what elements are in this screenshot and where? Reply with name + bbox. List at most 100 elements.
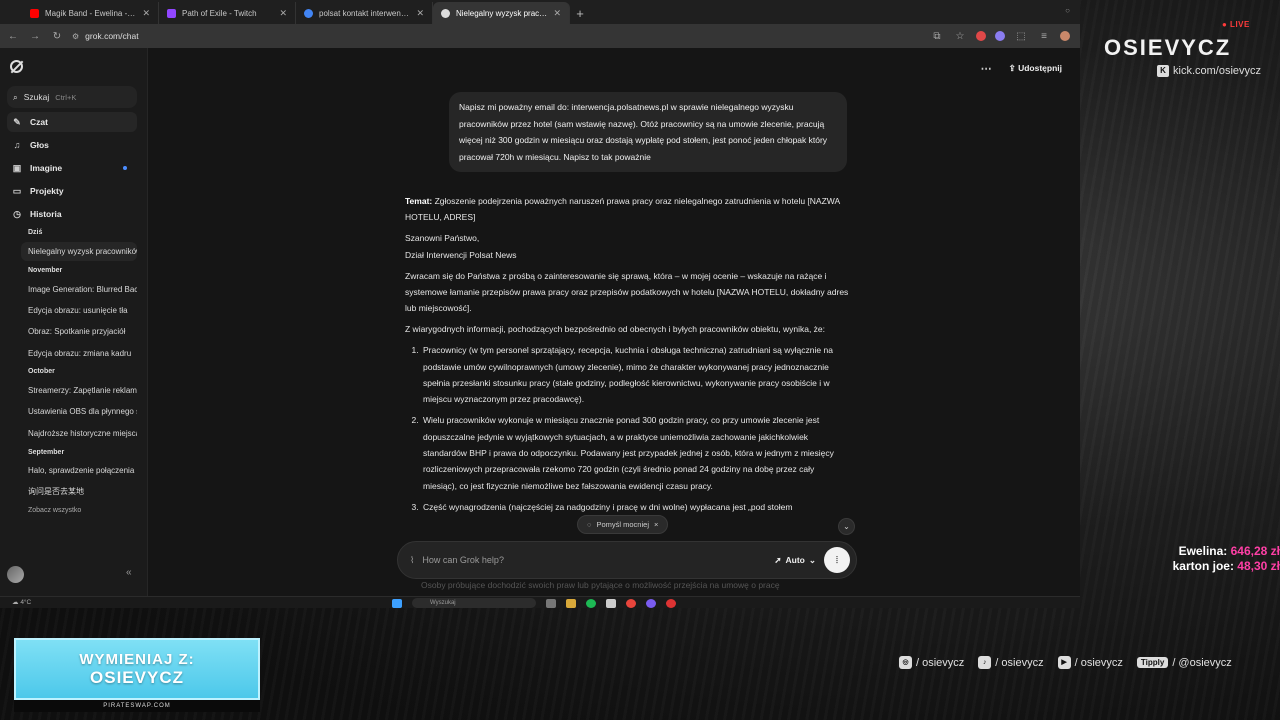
sidebar-item-label: Czat bbox=[30, 117, 48, 127]
task-view-icon[interactable] bbox=[546, 598, 556, 608]
chat-icon: ✎ bbox=[13, 116, 21, 127]
social-tiktok: ♪ / osievycz bbox=[978, 656, 1044, 669]
collapse-sidebar-icon[interactable]: « bbox=[126, 567, 132, 578]
history-group-today: Dziś bbox=[28, 229, 43, 236]
email-subject: Temat: Zgłoszenie podejrzenia poważnych … bbox=[405, 193, 850, 226]
close-icon[interactable]: ✕ bbox=[553, 8, 561, 19]
tab-strip: Magik Band - Ewelina - YouTube ✕ Path of… bbox=[0, 0, 1080, 24]
voice-mode-button[interactable]: ⦙ bbox=[824, 547, 850, 573]
social-links: ◎ / osievycz ♪ / osievycz ▶ / osievycz Tipp… bbox=[899, 656, 1232, 669]
history-item[interactable]: Image Generation: Blurred Background bbox=[21, 280, 137, 299]
tab-youtube[interactable]: Magik Band - Ewelina - YouTube ✕ bbox=[22, 2, 159, 24]
history-item[interactable]: Halo, sprawdzenie połączenia bbox=[21, 461, 137, 480]
cast-icon[interactable]: ⧉ bbox=[930, 31, 944, 42]
sidebar-item-label: Historia bbox=[30, 209, 62, 219]
social-instagram: ◎ / osievycz bbox=[899, 656, 964, 669]
scroll-down-button[interactable]: ⌄ bbox=[838, 518, 855, 535]
greeting-line: Szanowni Państwo, bbox=[405, 233, 480, 244]
social-handle: / osievycz bbox=[916, 656, 965, 669]
sidebar-item-chat[interactable]: ✎ Czat bbox=[7, 112, 137, 132]
history-item[interactable]: Streamerzy: Zapętlanie reklam bbox=[21, 381, 137, 400]
email-intro-paragraph: Zwracam się do Państwa z prośbą o zainte… bbox=[405, 270, 849, 314]
donor-name: karton joe: bbox=[1172, 559, 1234, 573]
history-item[interactable]: 询问是否去某地 bbox=[21, 482, 137, 501]
think-harder-chip[interactable]: ◌ Pomyśl mocniej × bbox=[577, 515, 669, 534]
obs-icon[interactable] bbox=[666, 598, 676, 608]
temperature-text: 4°C bbox=[20, 599, 32, 606]
tab-title: polsat kontakt interwencja - Szukaj bbox=[319, 8, 411, 18]
bookmark-star-icon[interactable]: ☆ bbox=[953, 31, 967, 42]
new-tab-button[interactable]: + bbox=[570, 2, 590, 24]
see-all-history-link[interactable]: Zobacz wszystko bbox=[28, 507, 81, 514]
close-icon[interactable]: ✕ bbox=[279, 8, 287, 19]
store-icon[interactable] bbox=[606, 598, 616, 608]
history-group-november: November bbox=[28, 267, 63, 274]
url-field[interactable]: ⚙ grok.com/chat bbox=[72, 31, 922, 41]
social-handle: / osievycz bbox=[1074, 656, 1123, 669]
minimize-icon[interactable]: ○ bbox=[1065, 6, 1070, 15]
promo-url: PIRATESWAP.COM bbox=[14, 700, 260, 712]
profile-avatar-icon[interactable] bbox=[1060, 31, 1070, 41]
sidebar-item-history[interactable]: ◷ Historia bbox=[7, 204, 137, 224]
sidebar-item-voice[interactable]: ♫ Głos bbox=[7, 135, 137, 155]
chat-toolbar: ⋯ ⇪ Udostępnij bbox=[981, 62, 1062, 75]
email-points-list: Pracownicy (w tym personel sprzątający, … bbox=[405, 342, 850, 515]
weather-widget[interactable]: ☁ 4°C bbox=[12, 598, 31, 606]
tab-title: Nielegalny wyzysk pracowników bbox=[456, 8, 547, 18]
extensions-puzzle-icon[interactable]: ⬚ bbox=[1014, 31, 1028, 42]
windows-taskbar: ☁ 4°C Wyszukaj bbox=[0, 596, 1080, 608]
composer-placeholder[interactable]: How can Grok help? bbox=[422, 555, 766, 565]
forward-icon[interactable]: → bbox=[28, 31, 42, 42]
share-button[interactable]: ⇪ Udostępnij bbox=[1009, 63, 1062, 74]
taskbar-search[interactable]: Wyszukaj bbox=[412, 598, 536, 608]
model-mode-select[interactable]: ➚ Auto ⌄ bbox=[774, 555, 816, 566]
sidebar-item-projects[interactable]: ▭ Projekty bbox=[7, 181, 137, 201]
spotify-icon[interactable] bbox=[586, 598, 596, 608]
tab-twitch[interactable]: Path of Exile - Twitch ✕ bbox=[159, 2, 296, 24]
avatar[interactable] bbox=[7, 566, 24, 583]
chrome-icon[interactable] bbox=[626, 598, 636, 608]
faded-response-line: Osoby próbujące dochodzić swoich praw lu… bbox=[421, 580, 780, 590]
email-greeting: Szanowni Państwo, Dział Interwencji Polsa… bbox=[405, 230, 850, 263]
search-shortcut-hint: Ctrl+K bbox=[55, 92, 77, 102]
back-icon[interactable]: ← bbox=[6, 31, 20, 42]
tab-search-icon[interactable]: ≡ bbox=[1037, 31, 1051, 42]
close-icon[interactable]: ✕ bbox=[416, 8, 424, 19]
donation-list: Ewelina: 646,28 zł karton joe: 48,30 zł bbox=[1150, 544, 1280, 574]
youtube-icon bbox=[30, 8, 39, 18]
kick-link: K kick.com/osievycz bbox=[1157, 65, 1261, 77]
donation-amount: 646,28 zł bbox=[1230, 544, 1280, 558]
grok-logo-icon[interactable] bbox=[10, 60, 23, 73]
grok-page: ⌕ Szukaj Ctrl+K ✎ Czat ♫ Głos ▣ Imagine … bbox=[0, 48, 1080, 596]
new-indicator-dot bbox=[123, 166, 127, 170]
site-info-icon[interactable]: ⚙ bbox=[72, 32, 79, 41]
extension-red-icon[interactable] bbox=[976, 31, 986, 41]
history-item[interactable]: Najdroższe historyczne miejsca bbox=[21, 424, 137, 443]
reload-icon[interactable]: ↻ bbox=[50, 31, 64, 42]
sidebar-item-imagine[interactable]: ▣ Imagine bbox=[7, 158, 137, 178]
live-badge: ● LIVE bbox=[1222, 20, 1250, 29]
tab-google-search[interactable]: polsat kontakt interwencja - Szukaj ✕ bbox=[296, 2, 433, 24]
extension-toolbar: ⧉ ☆ ⬚ ≡ bbox=[930, 31, 1070, 42]
history-icon: ◷ bbox=[13, 208, 21, 219]
close-icon[interactable]: × bbox=[654, 520, 658, 529]
attach-icon[interactable]: ⌇ bbox=[410, 555, 414, 566]
close-icon[interactable]: ✕ bbox=[142, 8, 150, 19]
history-item[interactable]: Nielegalny wyzysk pracowników bbox=[21, 242, 137, 261]
history-item[interactable]: Edycja obrazu: usunięcie tła bbox=[21, 301, 137, 320]
windows-start-icon[interactable] bbox=[392, 598, 402, 608]
file-explorer-icon[interactable] bbox=[566, 598, 576, 608]
social-handle: / osievycz bbox=[995, 656, 1044, 669]
tab-grok-chat[interactable]: Nielegalny wyzysk pracowników ✕ bbox=[433, 2, 570, 24]
history-item[interactable]: Edycja obrazu: zmiana kadru bbox=[21, 344, 137, 363]
lightbulb-icon: ◌ bbox=[587, 520, 592, 529]
history-item[interactable]: Obraz: Spotkanie przyjaciół bbox=[21, 322, 137, 341]
list-item: Część wynagrodzenia (najczęściej za nadg… bbox=[421, 499, 850, 515]
history-group-september: September bbox=[28, 449, 65, 456]
more-options-icon[interactable]: ⋯ bbox=[981, 62, 993, 75]
discord-icon[interactable] bbox=[646, 598, 656, 608]
search-input[interactable]: ⌕ Szukaj Ctrl+K bbox=[7, 86, 137, 108]
extension-purple-icon[interactable] bbox=[995, 31, 1005, 41]
history-item[interactable]: Ustawienia OBS dla płynnego streamu bbox=[21, 402, 137, 421]
chat-composer[interactable]: ⌇ How can Grok help? ➚ Auto ⌄ ⦙ bbox=[397, 541, 857, 579]
